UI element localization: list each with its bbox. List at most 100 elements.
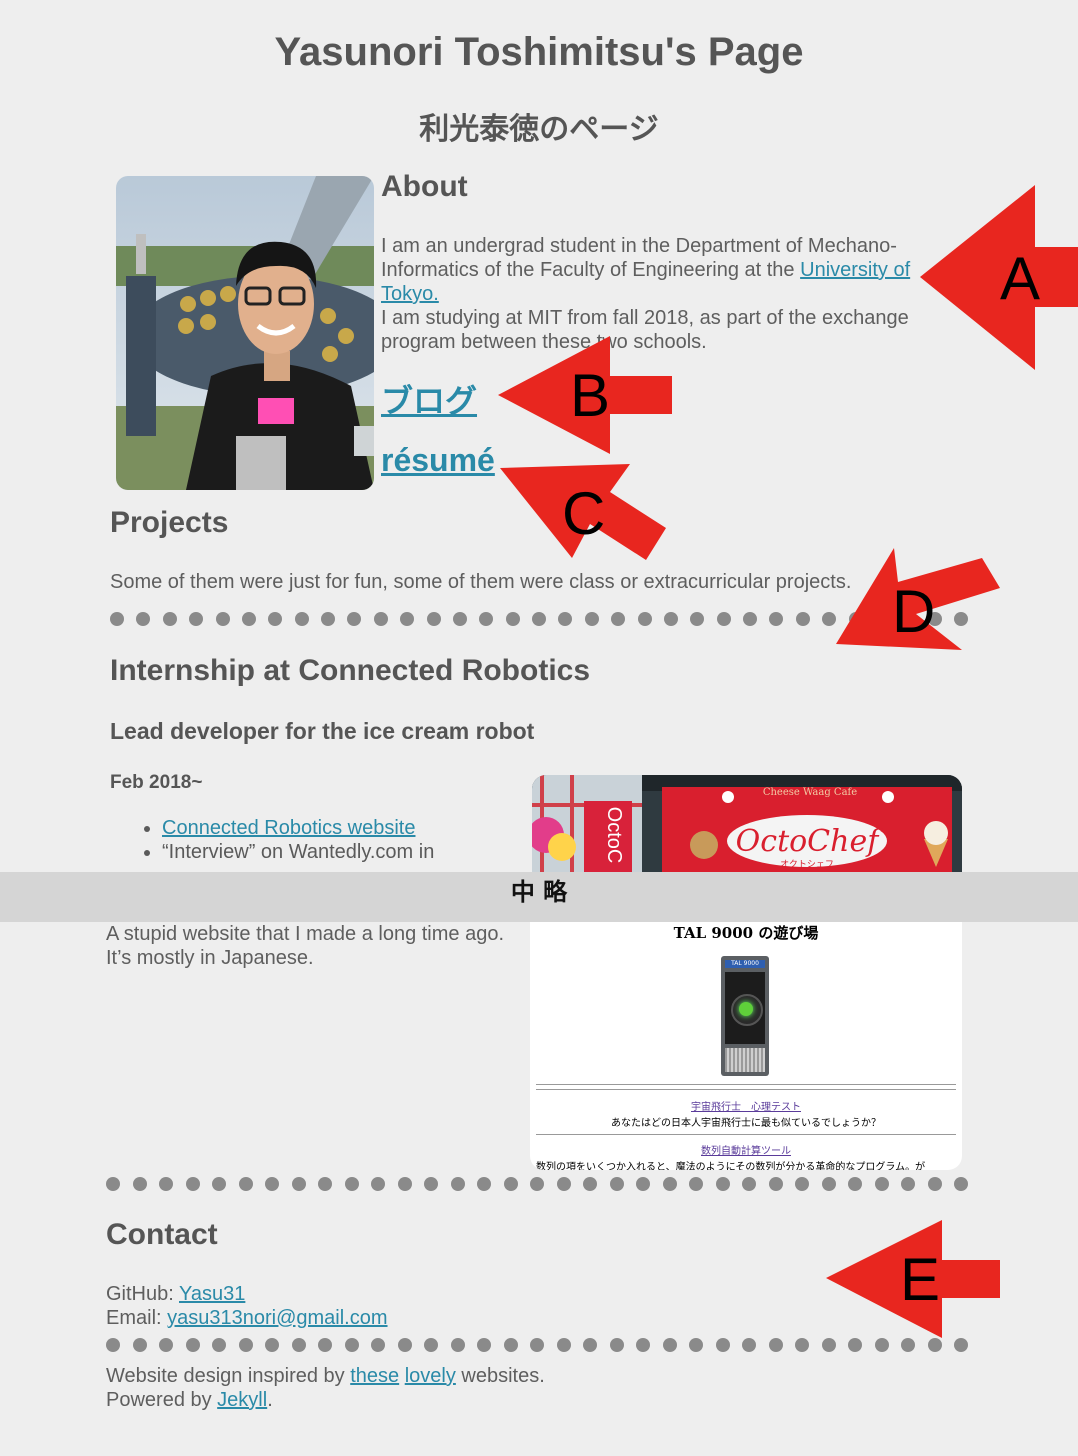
lovely-link[interactable]: lovely [405,1365,456,1387]
resume-link[interactable]: résumé [381,442,495,479]
email-label: Email: [106,1307,168,1329]
divider-dot [106,1338,120,1352]
profile-photo [116,176,374,490]
divider-dot [426,612,441,626]
divider-dot [400,612,415,626]
divider-dot [558,612,573,626]
divider-dot [611,612,626,626]
divider-dot [503,1177,518,1191]
github-link[interactable]: Yasu31 [179,1283,245,1305]
email-link[interactable]: yasu313nori@gmail.com [167,1307,387,1329]
divider-dot [424,1177,438,1191]
about-heading: About [381,170,468,203]
divider-dot [821,1338,836,1352]
divider-dot [162,612,177,626]
divider-dot [874,1177,889,1191]
divider-dot [609,1177,624,1191]
divider-dot [795,1338,809,1352]
blog-link[interactable]: ブログ [381,376,477,422]
these-link[interactable]: these [350,1365,399,1387]
divider-dot [344,1177,359,1191]
sign-small-text: Cheese Waag Cafe [763,787,857,798]
footer: Website design inspired by these lovely … [106,1364,806,1412]
psych-test-link[interactable]: 宇宙飛行士 心理テスト [530,1098,962,1113]
divider-dot [265,1177,279,1191]
divider-dot [689,1338,703,1352]
divider-dot [609,1338,624,1352]
old-site-screenshot[interactable]: TAL 9000 の遊び場 TAL 9000 宇宙飛行士 心理テスト あなたはど… [530,922,962,1170]
footer-text: Website design inspired by [106,1365,351,1387]
divider-dot [532,612,546,626]
sign-kana-text: オクトシェフ [780,859,834,870]
divider-dot [583,1338,597,1352]
tal9000-badge: TAL 9000 [725,960,765,968]
divider-dot [901,1177,915,1191]
footer-text: websites. [455,1365,545,1387]
connected-robotics-link[interactable]: Connected Robotics website [162,817,415,839]
divider-dot [159,1338,173,1352]
divider-dot [110,612,124,626]
divider-dot [132,1338,147,1352]
divider-dot [397,1177,412,1191]
divider-dot [822,612,837,626]
divider-dot [291,1177,306,1191]
divider-dot [136,612,151,626]
divider-dot [742,1338,756,1352]
contact-info: GitHub: Yasu31 Email: yasu313nori@gmail.… [106,1282,706,1330]
divider-dot [821,1177,836,1191]
jekyll-link[interactable]: Jekyll [217,1389,267,1411]
dotted-divider [106,1177,968,1191]
university-link-cont[interactable]: Tokyo. [381,283,439,305]
omitted-section-bar: 中 略 [0,872,1078,922]
divider-dot [397,1338,412,1352]
divider-dot [954,1177,968,1191]
annotation-arrow-c: C [500,464,666,560]
footer-powered-line: Powered by Jekyll. [106,1388,806,1412]
divider-dot [662,1338,677,1352]
divider-dot [450,1177,465,1191]
divider-dot [452,612,467,626]
about-line: Informatics of the Faculty of Engineerin… [381,258,941,282]
divider-dot [238,1177,253,1191]
octochef-photo: OctoC Cheese Waag Cafe OctoChef オクトシェフ [532,775,962,872]
divider-dot [584,612,599,626]
divider-dot [848,1177,862,1191]
annotation-label-b: B [570,362,610,429]
divider-dot [768,1338,783,1352]
sequence-tool-link[interactable]: 数列自動計算ツール [530,1142,962,1157]
divider-dot [294,612,309,626]
divider-dot [927,1177,942,1191]
email-line: Email: yasu313nori@gmail.com [106,1306,706,1330]
divider-dot [636,1177,650,1191]
divider-dot [503,1338,518,1352]
divider-dot [556,1338,571,1352]
divider-dot [212,1177,226,1191]
divider-dot [371,1338,385,1352]
divider-dot [716,612,731,626]
divider-dot [321,612,335,626]
university-link[interactable]: University of [800,259,910,281]
page-title: Yasunori Toshimitsu's Page [274,30,804,74]
old-site-title: TAL 9000 の遊び場 [673,924,819,942]
divider-dot [530,1338,544,1352]
annotation-label-e: E [900,1246,940,1313]
divider-dot [373,612,388,626]
contact-heading: Contact [106,1218,218,1251]
github-line: GitHub: Yasu31 [106,1282,706,1306]
about-line: Tokyo. [381,282,941,306]
sequence-tool-desc: 数列の項をいくつか入れると、魔法のようにその数列が分かる革命的なプログラム。が [536,1162,926,1170]
divider-dot [715,1338,730,1352]
divider-dot [556,1177,571,1191]
divider-dot [874,1338,889,1352]
divider-dot [185,1338,200,1352]
divider-dot [189,612,204,626]
divider-dot [769,612,784,626]
divider-dot [530,1177,544,1191]
annotation-arrow-b: B [498,336,672,454]
internship-heading: Internship at Connected Robotics [110,654,591,687]
about-line: I am an undergrad student in the Departm… [381,235,897,257]
divider-dot [291,1338,306,1352]
list-item: “Interview” on Wantedly.com in [162,840,520,864]
banner-text: OctoC [603,807,625,864]
internship-links: Connected Robotics website “Interview” o… [110,816,520,872]
